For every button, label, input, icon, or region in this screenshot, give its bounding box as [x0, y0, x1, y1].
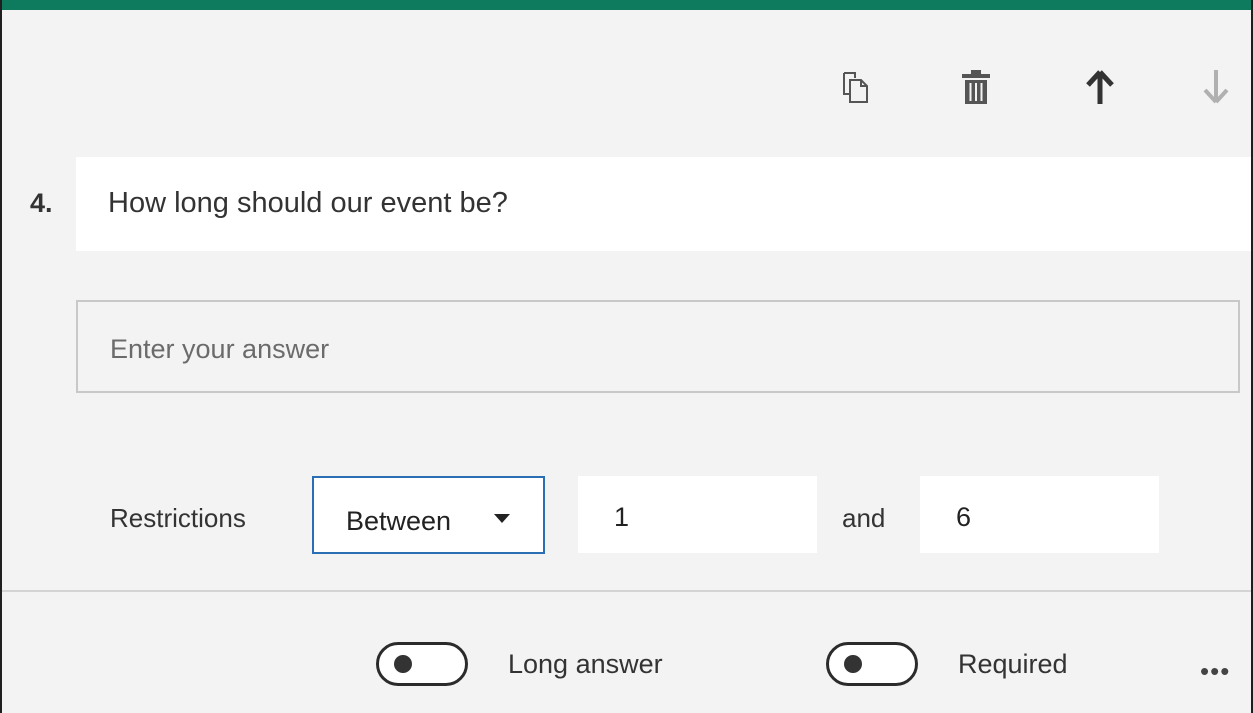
question-editor: 4. How long should our event be? Enter y…: [0, 0, 1253, 713]
question-footer: Long answer Required: [2, 590, 1251, 713]
accent-bar: [2, 0, 1251, 10]
answer-placeholder: Enter your answer: [110, 334, 330, 364]
toggle-knob: [844, 655, 862, 673]
restriction-type-dropdown[interactable]: Between: [312, 476, 545, 554]
more-options-icon[interactable]: •••: [1200, 656, 1230, 687]
restriction-type-value: Between: [346, 506, 452, 536]
and-label: and: [842, 503, 886, 533]
question-title-field[interactable]: How long should our event be?: [76, 157, 1251, 251]
min-value-text: 1: [614, 502, 630, 532]
required-label: Required: [958, 649, 1068, 679]
max-value-input[interactable]: 6: [920, 476, 1159, 553]
restrictions-label: Restrictions: [110, 503, 246, 533]
question-number: 4.: [30, 188, 53, 218]
arrow-up-icon[interactable]: [1080, 67, 1120, 107]
min-value-input[interactable]: 1: [578, 476, 817, 553]
caret-down-icon: [494, 514, 510, 523]
arrow-down-icon[interactable]: [1196, 67, 1236, 107]
answer-input[interactable]: Enter your answer: [76, 300, 1240, 393]
copy-icon[interactable]: [835, 67, 875, 107]
max-value-text: 6: [956, 502, 972, 532]
trash-icon[interactable]: [956, 67, 996, 107]
long-answer-label: Long answer: [508, 649, 663, 679]
long-answer-toggle[interactable]: [376, 642, 468, 686]
question-card: 4. How long should our event be? Enter y…: [2, 10, 1251, 590]
question-title-text: How long should our event be?: [108, 187, 508, 219]
toggle-knob: [394, 655, 412, 673]
required-toggle[interactable]: [826, 642, 918, 686]
